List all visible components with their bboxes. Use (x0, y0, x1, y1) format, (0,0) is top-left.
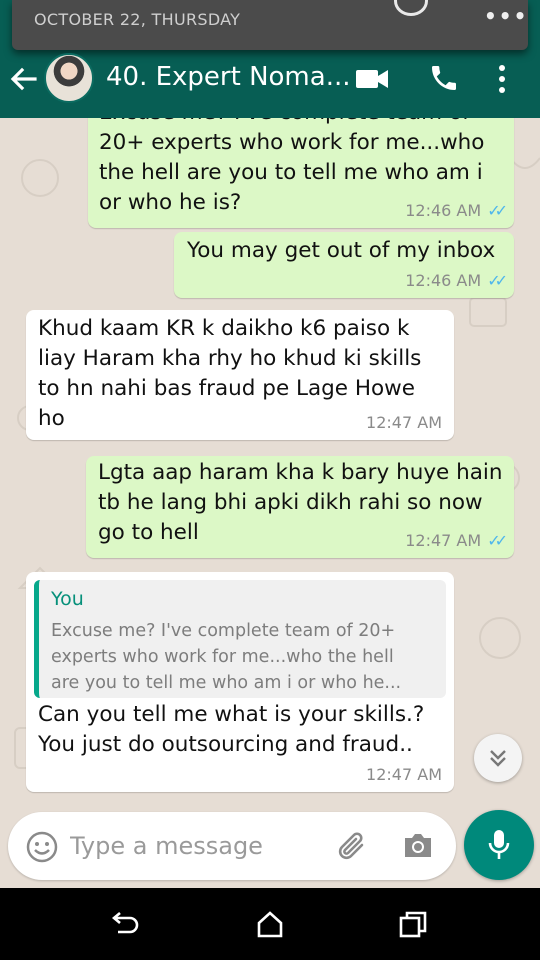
message-bubble-outgoing[interactable]: Lgta aap haram kha k bary huye hain tb h… (86, 456, 514, 558)
message-time: 12:47 AM (366, 413, 442, 432)
message-time: 12:47 AM (366, 765, 442, 784)
close-icon[interactable] (394, 0, 428, 16)
chat-title[interactable]: 40. Expert Noma... (106, 62, 351, 92)
read-ticks-icon: ✓✓ (487, 531, 508, 550)
chevron-double-down-icon (490, 750, 506, 767)
message-text: Can you tell me what is your skills.? Yo… (38, 702, 425, 757)
message-bubble-incoming[interactable]: You Excuse me? I've complete team of 20+… (26, 572, 454, 792)
more-vert-icon[interactable] (496, 64, 508, 94)
back-arrow-icon[interactable] (8, 64, 38, 94)
phone-icon[interactable] (428, 62, 460, 94)
nav-back-icon[interactable] (110, 910, 140, 938)
message-bubble-incoming[interactable]: Khud kaam KR k daikho k6 paiso k liay Ha… (26, 310, 454, 440)
read-ticks-icon: ✓✓ (487, 271, 508, 290)
quote-text: Excuse me? I've complete team of 20+ exp… (51, 621, 402, 693)
message-text: You may get out of my inbox (187, 238, 496, 263)
video-call-icon[interactable] (356, 68, 390, 90)
message-meta: 12:47 AM (366, 765, 442, 784)
camera-icon[interactable] (402, 830, 434, 860)
message-bubble-outgoing[interactable]: Excuse me? I've complete team of 20+ exp… (88, 118, 514, 228)
message-meta: 12:47 AM (366, 413, 442, 432)
message-time: 12:46 AM (405, 271, 482, 290)
emoji-icon[interactable] (26, 831, 58, 863)
nav-home-icon[interactable] (255, 910, 285, 938)
message-input[interactable] (70, 826, 320, 866)
message-time: 12:47 AM (405, 531, 482, 550)
notification-shade: OCTOBER 22, THURSDAY ••• (12, 0, 528, 50)
app-bar: OCTOBER 22, THURSDAY ••• 40. Expert Noma… (0, 0, 540, 118)
message-meta: 12:46 AM ✓✓ (405, 201, 508, 220)
mic-icon (488, 830, 510, 859)
notification-date: OCTOBER 22, THURSDAY (34, 10, 241, 29)
mic-button[interactable] (464, 810, 534, 880)
message-meta: 12:46 AM ✓✓ (405, 271, 508, 290)
scroll-to-bottom-button[interactable] (474, 734, 522, 782)
more-horiz-icon[interactable]: ••• (484, 4, 528, 28)
read-ticks-icon: ✓✓ (487, 201, 508, 220)
message-composer (8, 812, 456, 880)
message-bubble-outgoing[interactable]: You may get out of my inbox 12:46 AM ✓✓ (174, 232, 514, 298)
chat-area[interactable]: Excuse me? I've complete team of 20+ exp… (0, 118, 540, 888)
system-nav-bar (0, 888, 540, 960)
quote-author: You (51, 588, 84, 610)
quoted-message[interactable]: You Excuse me? I've complete team of 20+… (34, 580, 446, 698)
nav-recents-icon[interactable] (398, 910, 428, 938)
message-text: Khud kaam KR k daikho k6 paiso k liay Ha… (38, 316, 422, 431)
avatar[interactable] (44, 53, 94, 103)
message-meta: 12:47 AM ✓✓ (405, 531, 508, 550)
message-time: 12:46 AM (405, 201, 482, 220)
attach-icon[interactable] (336, 830, 370, 864)
